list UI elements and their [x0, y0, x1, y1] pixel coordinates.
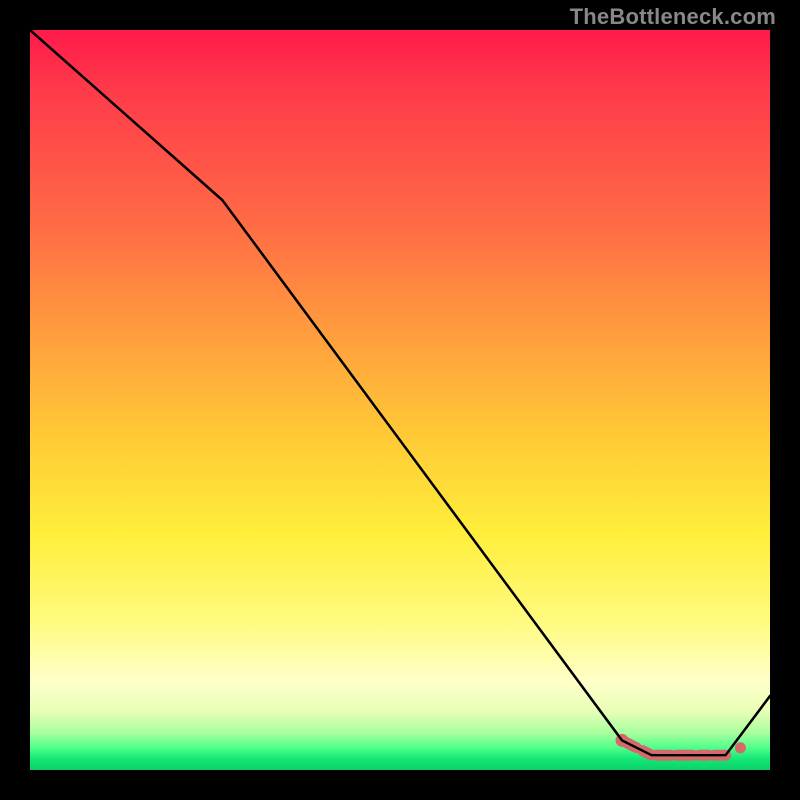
chart-overlay [30, 30, 770, 770]
highlight-markers [616, 734, 746, 755]
watermark-text: TheBottleneck.com [570, 4, 776, 30]
curve-line [30, 30, 770, 755]
curve-line-top [30, 30, 770, 755]
highlight-trailing-dot [735, 742, 746, 753]
plot-area [30, 30, 770, 770]
chart-frame: TheBottleneck.com [0, 0, 800, 800]
